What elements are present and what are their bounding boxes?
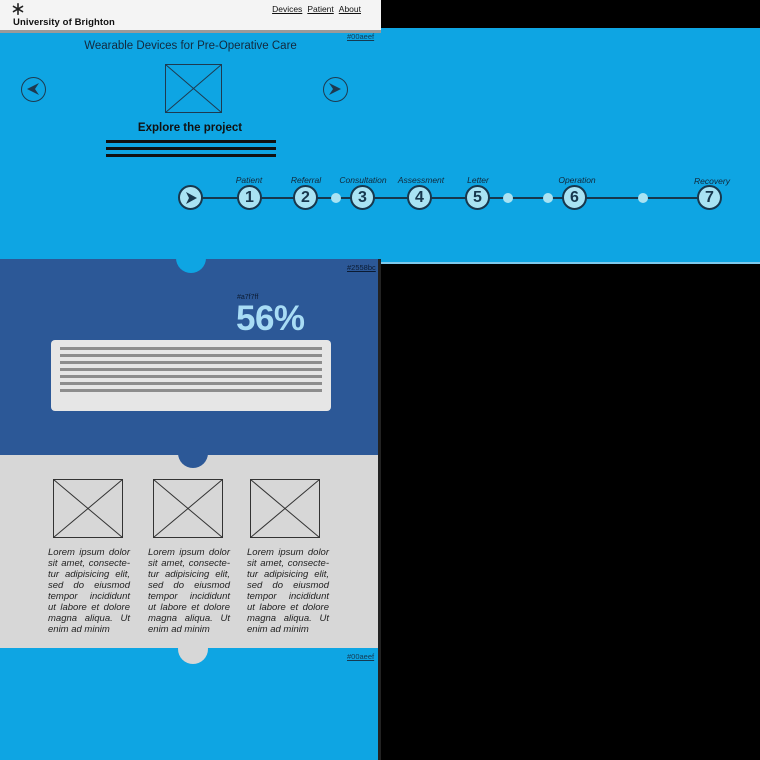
text-placeholder-line <box>60 347 322 350</box>
nav-link-devices[interactable]: Devices <box>272 4 302 14</box>
text-placeholder-line <box>60 368 322 371</box>
timeline-dot <box>638 193 648 203</box>
section-connector <box>178 438 208 468</box>
timeline-label-consultation: Consultation <box>339 175 387 185</box>
timeline-play-button[interactable] <box>178 185 203 210</box>
timeline-label-operation: Operation <box>558 175 596 185</box>
timeline-step-4[interactable]: 4 <box>407 185 432 210</box>
timeline-label-recovery: Recovery <box>694 176 730 186</box>
text-placeholder-line <box>60 375 322 378</box>
text-placeholder-line <box>60 382 322 385</box>
feature-text: Lorem ipsum dolor sit amet, consecte-tur… <box>48 547 130 635</box>
timeline: 1 2 3 4 5 6 7 Patient Referral Consultat… <box>0 28 760 264</box>
university-logo-icon <box>12 3 24 15</box>
nav-link-about[interactable]: About <box>339 4 361 14</box>
timeline-label-referral: Referral <box>290 175 322 185</box>
timeline-dot <box>543 193 553 203</box>
feature-text: Lorem ipsum dolor sit amet, consecte-tur… <box>247 547 329 635</box>
timeline-step-7[interactable]: 7 <box>697 185 722 210</box>
image-placeholder-icon <box>53 479 123 538</box>
stats-section: #2558bc #a7f7ff 56% <box>0 259 381 455</box>
timeline-step-2[interactable]: 2 <box>293 185 318 210</box>
main-nav: Devices Patient About <box>272 4 361 14</box>
text-placeholder-line <box>60 361 322 364</box>
text-placeholder-line <box>60 354 322 357</box>
timeline-dot <box>503 193 513 203</box>
timeline-step-6[interactable]: 6 <box>562 185 587 210</box>
section-connector <box>176 243 206 273</box>
footer-color-label: #00aeef <box>347 652 375 661</box>
timeline-step-3[interactable]: 3 <box>350 185 375 210</box>
percentage-stat: 56% <box>236 299 305 338</box>
site-header: University of Brighton Devices Patient A… <box>0 0 381 33</box>
timeline-step-5[interactable]: 5 <box>465 185 490 210</box>
play-icon <box>185 191 197 204</box>
features-section: Lorem ipsum dolor sit amet, consecte-tur… <box>0 455 381 649</box>
timeline-label-assessment: Assessment <box>397 175 445 185</box>
brand-name[interactable]: University of Brighton <box>13 17 115 28</box>
feature-text: Lorem ipsum dolor sit amet, consecte-tur… <box>148 547 230 635</box>
section-connector <box>178 634 208 664</box>
hero-section: #00aeef Wearable Devices for Pre-Operati… <box>0 28 760 264</box>
timeline-track <box>190 197 710 199</box>
timeline-label-letter: Letter <box>467 175 489 185</box>
timeline-label-patient: Patient <box>235 175 263 185</box>
image-placeholder-icon <box>153 479 223 538</box>
timeline-dot <box>331 193 341 203</box>
text-card <box>51 340 331 411</box>
footer-section: #00aeef <box>0 648 381 760</box>
nav-link-patient[interactable]: Patient <box>307 4 333 14</box>
stats-color-label: #2558bc <box>347 263 376 272</box>
text-placeholder-line <box>60 389 322 392</box>
page: #00aeef Wearable Devices for Pre-Operati… <box>0 0 760 760</box>
timeline-step-1[interactable]: 1 <box>237 185 262 210</box>
image-placeholder-icon <box>250 479 320 538</box>
